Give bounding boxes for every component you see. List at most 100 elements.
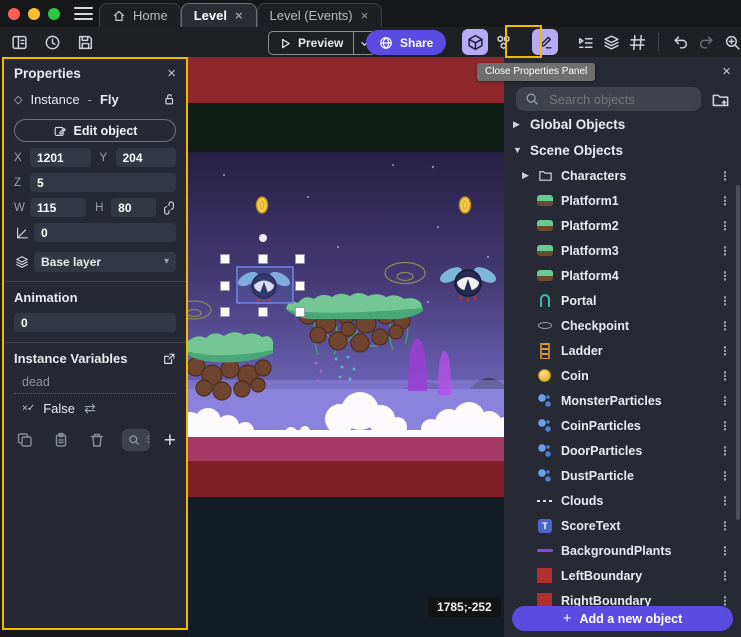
y-position-input[interactable] [116,148,177,167]
angle-input[interactable] [34,223,176,242]
external-link-icon[interactable] [161,352,176,366]
objects-search-input[interactable] [547,91,692,108]
row-menu-icon[interactable]: ⋮ [719,494,731,508]
unlock-icon[interactable] [161,92,176,106]
object-row[interactable]: Platform1 ⋮ [504,188,741,213]
object-row[interactable]: DustParticle ⋮ [504,463,741,488]
tab-level-events[interactable]: Level (Events) × [257,3,383,27]
variable-value[interactable]: False [43,401,75,416]
row-menu-icon[interactable]: ⋮ [719,419,731,433]
group-scene-objects[interactable]: ▼ Scene Objects [504,137,741,163]
panels-layout-icon[interactable] [8,31,30,53]
object-row[interactable]: Platform3 ⋮ [504,238,741,263]
lock-ratio-icon[interactable] [161,201,176,215]
width-input[interactable] [30,198,86,217]
save-icon[interactable] [74,31,96,53]
close-tab-icon[interactable]: × [234,8,244,23]
object-label: Clouds [561,494,603,508]
objects-search[interactable] [516,87,701,111]
object-row[interactable]: Platform2 ⋮ [504,213,741,238]
object-row[interactable]: MonsterParticles ⋮ [504,388,741,413]
animation-input[interactable] [14,313,176,332]
object-row[interactable]: ScoreText ⋮ [504,513,741,538]
row-menu-icon[interactable]: ⋮ [719,319,731,333]
variables-search[interactable] [122,429,150,451]
row-menu-icon[interactable]: ⋮ [719,269,731,283]
variables-search-input[interactable] [144,433,150,447]
platform-thumbnail-icon [537,218,553,234]
folder-characters[interactable]: ▶ Characters ⋮ [504,163,741,188]
3d-view-icon[interactable] [462,29,488,55]
object-row[interactable]: Ladder ⋮ [504,338,741,363]
share-button[interactable]: Share [366,30,446,55]
row-menu-icon[interactable]: ⋮ [719,469,731,483]
object-row[interactable]: LeftBoundary ⋮ [504,563,741,588]
object-row[interactable]: DoorParticles ⋮ [504,438,741,463]
object-row[interactable]: Portal ⋮ [504,288,741,313]
share-label: Share [400,36,433,50]
object-row[interactable]: BackgroundPlants ⋮ [504,538,741,563]
variable-name[interactable]: dead [14,375,176,394]
paste-icon[interactable] [50,429,72,451]
preview-button[interactable]: Preview [268,31,376,55]
row-menu-icon[interactable]: ⋮ [719,294,731,308]
history-icon[interactable] [41,31,63,53]
add-folder-icon[interactable] [709,88,731,110]
add-variable-button[interactable]: + [164,430,176,451]
row-menu-icon[interactable]: ⋮ [719,394,731,408]
row-menu-icon[interactable]: ⋮ [719,219,731,233]
add-object-button[interactable]: + Add a new object [512,606,733,631]
layers-icon[interactable] [600,31,622,53]
row-menu-icon[interactable]: ⋮ [719,194,731,208]
close-window-button[interactable] [8,8,20,20]
row-menu-icon[interactable]: ⋮ [719,519,731,533]
tab-level[interactable]: Level × [181,3,257,27]
edit-object-button[interactable]: Edit object [14,119,176,142]
redo-icon[interactable] [695,31,717,53]
object-row[interactable]: Clouds ⋮ [504,488,741,513]
close-objects-icon[interactable]: × [722,64,731,79]
row-menu-icon[interactable]: ⋮ [719,369,731,383]
main-menu-icon[interactable] [74,7,93,20]
object-row[interactable]: Platform4 ⋮ [504,263,741,288]
object-row[interactable]: Checkpoint ⋮ [504,313,741,338]
maximize-window-button[interactable] [48,8,60,20]
object-row[interactable]: CoinParticles ⋮ [504,413,741,438]
instance-icon: ◇ [14,93,22,106]
edit-object-icon [53,124,67,138]
toggle-value-icon[interactable]: ⇄ [84,400,96,417]
layer-select[interactable]: Base layer ▾ [34,252,176,272]
row-menu-icon[interactable]: ⋮ [719,569,731,583]
editor-tool-icons [462,29,741,55]
grid-icon[interactable] [626,31,648,53]
x-position-input[interactable] [30,148,91,167]
close-tab-icon[interactable]: × [360,8,370,23]
z-order-input[interactable] [30,173,176,192]
object-label: ScoreText [561,519,621,533]
objects-scrollbar[interactable] [736,185,740,520]
object-groups-icon[interactable] [492,31,514,53]
object-row[interactable]: RightBoundary ⋮ [504,588,741,608]
height-input[interactable] [111,198,156,217]
row-menu-icon[interactable]: ⋮ [719,244,731,258]
close-properties-icon[interactable]: × [167,66,176,81]
tab-home[interactable]: Home [99,3,181,27]
zoom-in-icon[interactable] [721,31,741,53]
minimize-window-button[interactable] [28,8,40,20]
platform-left[interactable] [188,332,273,400]
row-menu-icon[interactable]: ⋮ [719,544,731,558]
object-row[interactable]: Coin ⋮ [504,363,741,388]
copy-icon[interactable] [14,429,36,451]
row-menu-icon[interactable]: ⋮ [719,444,731,458]
coin-instance[interactable] [257,197,268,213]
undo-icon[interactable] [669,31,691,53]
coin-instance[interactable] [460,197,471,213]
instances-list-icon[interactable] [574,31,596,53]
clouds-thumbnail-icon [537,493,553,509]
search-icon [525,92,539,106]
group-global-objects[interactable]: ▶ Global Objects [504,111,741,137]
delete-variable-icon[interactable] [86,429,108,451]
edit-properties-icon[interactable] [532,29,558,55]
row-menu-icon[interactable]: ⋮ [719,169,731,183]
row-menu-icon[interactable]: ⋮ [719,344,731,358]
